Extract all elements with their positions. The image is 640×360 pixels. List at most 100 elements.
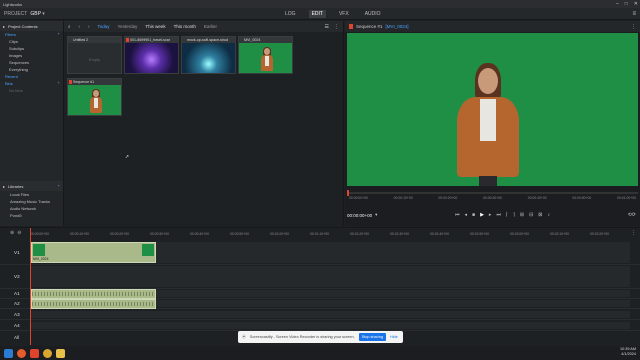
clip-thumbnail [68, 85, 121, 115]
mark-in-icon[interactable]: ⌈ [506, 212, 508, 218]
ruler-tick-label: 00:02:00+00 [510, 232, 529, 236]
clip-card[interactable]: Sequence #1 [67, 78, 122, 116]
filter-today[interactable]: Today [98, 24, 110, 29]
maximize-icon[interactable]: □ [625, 1, 628, 7]
menu-icon[interactable]: ≡ [632, 11, 636, 17]
more-options-icon[interactable]: ⋮ [334, 24, 339, 30]
filter-earlier[interactable]: Earlier [204, 24, 217, 29]
step-back-icon[interactable]: ◂ [465, 212, 468, 218]
timecode-dropdown-icon[interactable]: ▾ [375, 212, 377, 218]
clip-title-text: 001-8699901_travel-scar [130, 38, 170, 42]
timecode-display[interactable]: 00:00:00+00 [347, 213, 372, 218]
tab-vfx[interactable]: VFX [336, 10, 352, 18]
stop-icon[interactable]: ■ [472, 212, 475, 218]
insert-icon[interactable]: ⊞ [520, 212, 524, 218]
view-toggle-icon[interactable]: ☰ [325, 24, 329, 30]
filter-subclips[interactable]: Subclips [0, 45, 63, 52]
panel-toggle-icon[interactable]: ▸ [3, 24, 5, 29]
top-nav: PROJECT GBP ▾ LOG EDIT VFX AUDIO ≡ [0, 8, 640, 20]
chrome-icon[interactable] [43, 348, 52, 358]
clip-card[interactable]: MVI_0024 [238, 36, 293, 74]
filter-images[interactable]: Images [0, 52, 63, 59]
close-icon[interactable]: ✕ [634, 1, 638, 7]
timeline-panel: ⊕ ⊖ 00:00:00+00 00:00:10+00 00:00:20+00 … [0, 227, 640, 345]
timeline-playhead[interactable] [30, 228, 31, 345]
file-explorer-icon[interactable] [56, 348, 65, 358]
video-clip[interactable]: MVI_0024 [31, 242, 156, 263]
zoom-in-icon[interactable]: ⊕ [10, 230, 14, 236]
library-item[interactable]: Audio Network [0, 205, 63, 212]
loop-icon[interactable]: ⟲⟳ [628, 212, 636, 218]
track-label[interactable]: V2 [14, 274, 20, 279]
track-label[interactable]: A2 [14, 301, 20, 306]
track-label[interactable]: All [14, 335, 19, 340]
audio-clip[interactable] [31, 299, 156, 309]
go-to-start-icon[interactable]: ⏮ [455, 212, 460, 218]
video-preview[interactable] [347, 33, 638, 186]
system-tray[interactable]: 10:39 AM 4/1/2024 [620, 347, 636, 357]
filter-sequences[interactable]: Sequences [0, 59, 63, 66]
track-label[interactable]: A3 [14, 312, 20, 317]
project-selector[interactable]: PROJECT GBP ▾ [4, 11, 45, 17]
overwrite-icon[interactable]: ⊟ [529, 212, 533, 218]
tab-edit[interactable]: EDIT [308, 9, 326, 18]
libraries-section: ▸ Libraries + Local Files Amazing Music … [0, 181, 63, 219]
track-label[interactable]: A4 [14, 323, 20, 328]
windows-start-icon[interactable] [4, 348, 13, 358]
go-to-end-icon[interactable]: ⏭ [496, 212, 501, 218]
mark-out-icon[interactable]: ⌉ [513, 212, 515, 218]
hide-button[interactable]: Hide [390, 335, 398, 339]
clip-card[interactable]: mock-up-scifi-space-shud [181, 36, 236, 74]
forward-icon[interactable]: › [88, 24, 90, 29]
zoom-out-icon[interactable]: ⊖ [17, 230, 21, 236]
ruler-tick-label: 00:00:50+00 [230, 232, 249, 236]
audio-icon[interactable]: ♪ [547, 212, 550, 218]
step-forward-icon[interactable]: ▸ [489, 212, 492, 218]
filter-everything[interactable]: Everything [0, 66, 63, 73]
room-tabs: LOG EDIT VFX AUDIO [282, 9, 384, 18]
panel-toggle-icon[interactable]: ▸ [3, 184, 5, 189]
timeline-ruler[interactable]: 00:00:00+00 00:00:10+00 00:00:20+00 00:0… [30, 228, 630, 240]
clip-card[interactable]: 001-8699901_travel-scar [124, 36, 179, 74]
minimize-icon[interactable]: – [616, 1, 619, 7]
filter-clips[interactable]: Clips [0, 38, 63, 45]
library-item[interactable]: Local Files [0, 191, 63, 198]
back-icon[interactable]: ‹ [79, 24, 81, 29]
person-figure [90, 89, 102, 115]
lightworks-icon[interactable] [30, 348, 39, 358]
play-icon[interactable]: ▶ [480, 212, 484, 218]
tab-log[interactable]: LOG [282, 10, 299, 18]
share-message: Screencastify - Screen Video Recorder is… [249, 335, 355, 339]
filter-this-month[interactable]: This month [174, 24, 196, 29]
filters-category[interactable]: Filters [0, 31, 63, 38]
viewer-scrub-bar[interactable] [347, 190, 638, 196]
browser-icon[interactable] [17, 348, 26, 358]
track-label[interactable]: A1 [14, 291, 20, 296]
add-filter-icon[interactable]: + [58, 31, 60, 36]
library-item[interactable]: Pond5 [0, 212, 63, 219]
add-bin-icon[interactable]: + [58, 80, 60, 85]
filter-yesterday[interactable]: Yesterday [118, 24, 138, 29]
filter-this-week[interactable]: This week [145, 24, 165, 29]
sequence-color-tag [349, 24, 353, 29]
library-item[interactable]: Amazing Music Tracks [0, 198, 63, 205]
more-options-icon[interactable]: ⋮ [631, 24, 636, 30]
delete-icon[interactable]: ⊠ [538, 212, 542, 218]
clip-thumbnail [125, 43, 178, 73]
track-label[interactable]: V1 [14, 250, 20, 255]
track-lane[interactable] [30, 322, 630, 329]
ruler-tick-label: 00:00:40+00 [190, 232, 209, 236]
add-library-icon[interactable]: + [58, 183, 60, 188]
search-icon[interactable]: ⌕ [68, 24, 71, 29]
taskbar: 10:39 AM 4/1/2024 [0, 346, 640, 360]
tab-audio[interactable]: AUDIO [362, 10, 384, 18]
track-lane[interactable] [30, 311, 630, 318]
recent-category[interactable]: Recent [0, 73, 63, 80]
title-bar: Lightworks – □ ✕ [0, 0, 640, 8]
audio-clip[interactable] [31, 289, 156, 299]
clip-card[interactable]: Untitled 2 Empty [67, 36, 122, 74]
more-options-icon[interactable]: ⋮ [631, 230, 636, 236]
stop-sharing-button[interactable]: Stop sharing [358, 333, 386, 341]
track-lane[interactable] [30, 266, 630, 287]
bins-category[interactable]: Bins [0, 80, 63, 87]
